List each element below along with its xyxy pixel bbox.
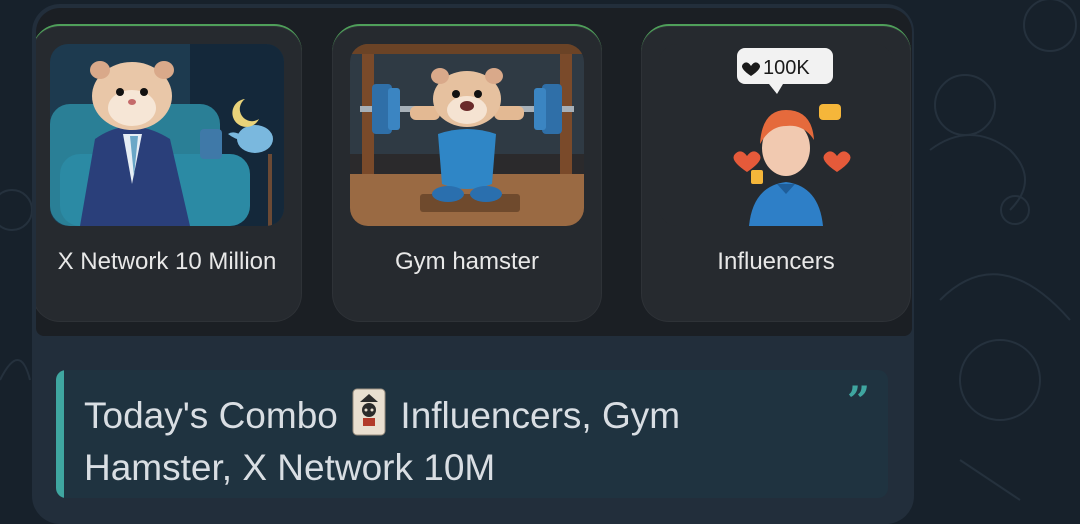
hamster-businessman-image [50, 44, 284, 226]
quote-text-line1: Influencers, Gym [400, 395, 681, 436]
quote-text: Today's Combo Influencers, Gym Hamster, … [84, 388, 804, 494]
hamster-weightlifting-image [350, 44, 584, 226]
quote-text-line2: Hamster, X Network 10M [84, 447, 496, 488]
card-label: X Network 10 Million [57, 248, 277, 275]
quote-prefix: Today's Combo [84, 395, 338, 436]
influencer-icon: 100K [659, 44, 893, 226]
quote-accent-bar [56, 370, 64, 498]
combo-image: X Network 10 Million Gym hamster 100K In… [36, 8, 912, 336]
joker-card-emoji [352, 388, 386, 436]
combo-card-influencers: 100K Influencers [641, 24, 911, 322]
quote-mark-icon: ” [846, 378, 870, 425]
combo-card-x-network: X Network 10 Million [36, 24, 302, 322]
badge-text: 100K [763, 57, 810, 79]
card-label: Influencers [717, 248, 835, 275]
combo-card-gym-hamster: Gym hamster [332, 24, 602, 322]
combo-quote-block: Today's Combo Influencers, Gym Hamster, … [56, 370, 888, 498]
card-label: Gym hamster [394, 248, 540, 275]
